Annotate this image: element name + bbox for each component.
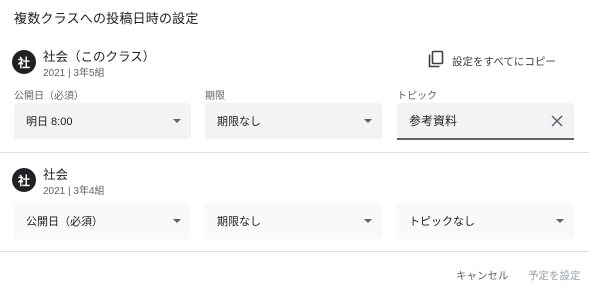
topic-input[interactable]: 参考資料 [397,103,574,140]
copy-settings-label: 設定をすべてにコピー [452,55,556,68]
schedule-button[interactable]: 予定を設定 [528,268,581,283]
publish-date-select[interactable]: 明日 8:00 [14,103,191,139]
dropdown-arrow-icon [364,119,372,123]
class-subtitle: 2021 | 3年4組 [43,186,105,197]
class-subtitle: 2021 | 3年5組 [43,68,105,79]
cancel-button[interactable]: キャンセル [456,268,509,283]
dropdown-arrow-icon [173,119,181,123]
due-date-select[interactable]: 期限なし [205,203,382,239]
due-date-value: 期限なし [217,216,261,228]
copy-icon [428,50,444,73]
section-divider [0,152,589,153]
dropdown-arrow-icon [556,219,564,223]
publish-date-value: 明日 8:00 [26,116,73,128]
topic-value: 参考資料 [409,114,458,128]
class-name: 社会（このクラス） [43,50,156,64]
dropdown-arrow-icon [173,219,181,223]
publish-date-value: 公開日（必須） [26,216,103,228]
due-date-value: 期限なし [217,116,261,128]
class-avatar: 社 [12,50,36,74]
class-name: 社会 [43,168,69,182]
due-date-label: 期限 [205,91,225,102]
dialog-title: 複数クラスへの投稿日時の設定 [14,11,199,26]
due-date-select[interactable]: 期限なし [205,103,382,139]
copy-settings-to-all-button[interactable]: 設定をすべてにコピー [428,50,556,72]
dropdown-arrow-icon [364,219,372,223]
topic-select[interactable]: トピックなし [397,203,574,239]
footer-divider [0,251,589,252]
class-avatar: 社 [12,168,36,192]
topic-label: トピック [397,91,437,102]
publish-date-label: 公開日（必須） [14,91,84,102]
publish-date-select[interactable]: 公開日（必須） [14,203,191,239]
topic-value: トピックなし [409,216,475,228]
clear-icon[interactable] [550,114,564,128]
